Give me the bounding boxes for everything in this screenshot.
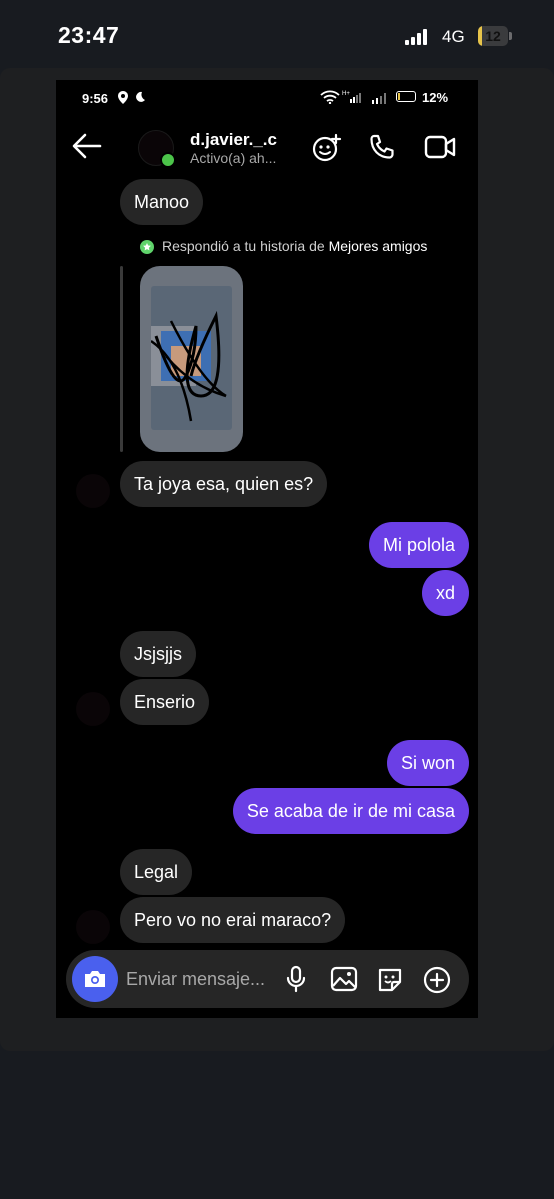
microphone-icon[interactable] [285,965,307,993]
message-bubble-incoming[interactable]: Ta joya esa, quien es? [120,461,328,507]
contact-avatar-small [76,692,110,726]
sticker-icon[interactable] [376,966,404,994]
story-reply-divider [120,266,123,452]
message-bubble-outgoing[interactable]: Se acaba de ir de mi casa [232,788,469,834]
phone-icon[interactable] [368,133,396,161]
message-bubble-outgoing[interactable]: Mi polola [368,522,469,568]
message-composer: Enviar mensaje... [66,950,469,1008]
inner-battery-icon [396,91,416,102]
message-input[interactable]: Enviar mensaje... [126,969,265,990]
location-icon [118,91,128,104]
message-bubble-outgoing[interactable]: Si won [386,740,469,786]
chat-screen: 9:56 H+ 12% d.javier._.c Activo(a) ah...… [56,80,478,1018]
signal-icon: H+ [342,89,364,104]
message-bubble-incoming[interactable]: Jsjsjjs [120,631,196,677]
online-indicator [160,152,176,168]
camera-button[interactable] [72,956,118,1002]
cellular-signal-icon [405,29,431,45]
inner-clock: 9:56 [82,91,109,106]
star-icon [140,240,154,254]
story-reply-text: Respondió a tu historia de [162,238,325,254]
message-bubble-incoming[interactable]: Enserio [120,679,210,725]
svg-text:H+: H+ [342,91,350,97]
video-camera-icon[interactable] [424,134,456,160]
moon-icon [134,91,146,103]
contact-activity-status: Activo(a) ah... [190,150,277,166]
story-reply-audience: Mejores amigos [328,238,428,254]
wifi-icon [320,90,340,104]
battery-icon: 12 [478,26,508,46]
message-bubble-incoming[interactable]: Pero vo no erai maraco? [120,897,346,943]
contact-username[interactable]: d.javier._.c [190,130,277,150]
camera-icon [85,971,105,987]
message-bubble-outgoing[interactable]: xd [421,570,469,616]
contact-avatar-small [76,910,110,944]
story-reply-label: Respondió a tu historia de Mejores amigo… [162,238,427,254]
message-bubble-incoming[interactable]: Legal [120,849,193,895]
story-thumbnail[interactable] [140,266,243,452]
contact-avatar-small [76,474,110,508]
battery-tip [509,32,512,40]
message-bubble-incoming[interactable]: Manoo [120,179,204,225]
story-image [150,286,232,430]
signal-icon-2 [371,90,391,104]
arrow-left-icon[interactable] [72,133,102,159]
sticker-add-icon[interactable] [311,132,343,164]
inner-battery-percent: 12% [422,90,449,105]
image-icon[interactable] [330,966,358,992]
plus-circle-icon[interactable] [423,966,451,994]
outer-clock: 23:47 [58,22,120,48]
network-type: 4G [442,27,465,46]
battery-level: 12 [485,28,501,44]
